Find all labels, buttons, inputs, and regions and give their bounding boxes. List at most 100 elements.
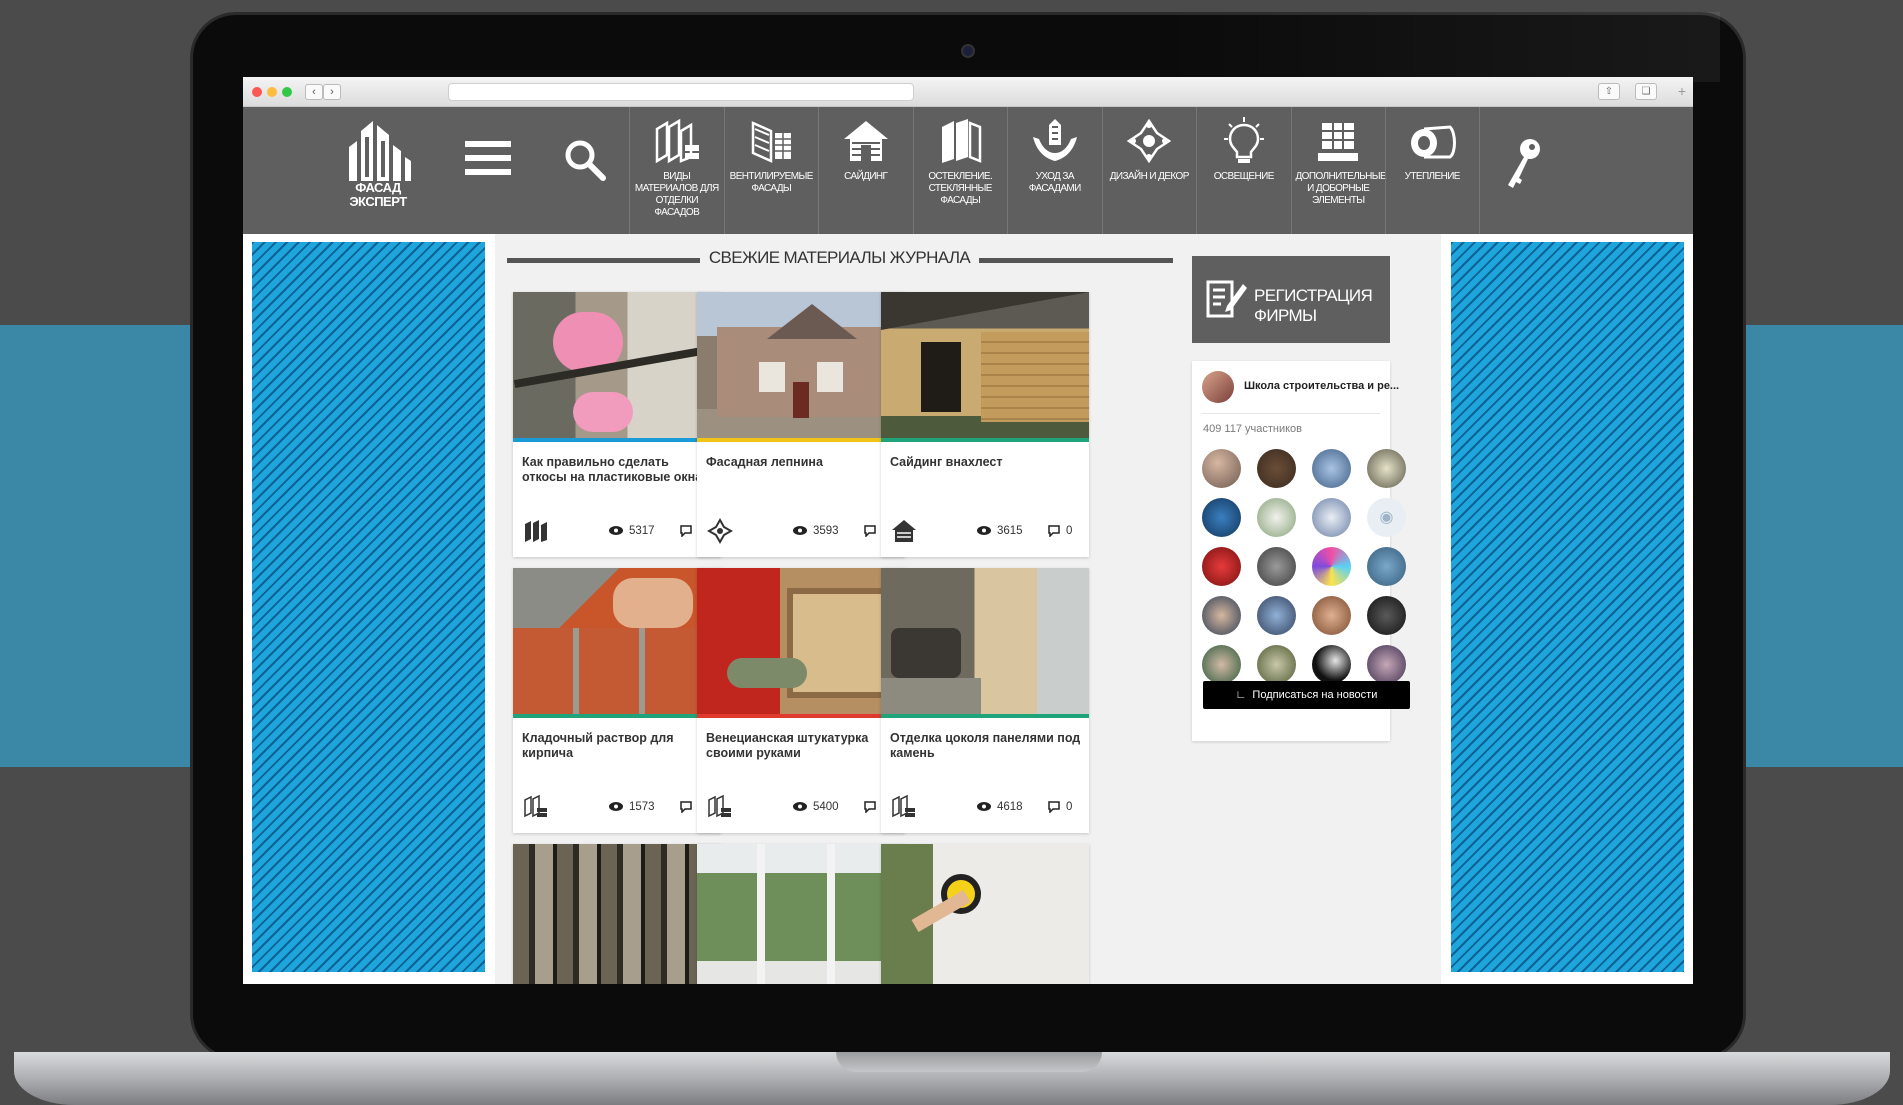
forward-button[interactable]: › bbox=[323, 84, 341, 100]
article-card[interactable]: Фасадная лепнина 3593 0 bbox=[697, 292, 905, 557]
article-thumbnail[interactable] bbox=[881, 568, 1089, 714]
article-title[interactable]: Венецианская штукатурка своими руками bbox=[706, 731, 898, 761]
nav-item-glazing[interactable]: Остекление. Стеклянные фасады bbox=[912, 107, 1008, 234]
menu-icon[interactable] bbox=[463, 137, 513, 179]
view-count: 3615 bbox=[977, 525, 1023, 537]
vk-community-widget: Школа строительства и ре... 409 117 учас… bbox=[1192, 361, 1410, 741]
article-thumbnail[interactable] bbox=[881, 292, 1089, 438]
eye-icon bbox=[609, 526, 623, 536]
browser-toolbar: ‹ › ⇧ ❏ + bbox=[243, 77, 1693, 107]
vk-member-count: 409 117 участников bbox=[1203, 423, 1303, 435]
bricks-icon bbox=[523, 794, 549, 820]
article-thumbnail[interactable] bbox=[513, 292, 721, 438]
avatar[interactable] bbox=[1367, 596, 1406, 635]
article-thumbnail[interactable] bbox=[697, 292, 905, 438]
search-icon[interactable] bbox=[561, 137, 611, 183]
camera-placeholder-icon[interactable]: ◉ bbox=[1367, 498, 1406, 537]
article-title[interactable]: Как правильно сделать откосы на пластико… bbox=[522, 455, 714, 485]
avatar[interactable] bbox=[1367, 449, 1406, 488]
avatar[interactable] bbox=[1312, 449, 1351, 488]
care-hands-icon bbox=[1032, 119, 1077, 161]
vk-group-header[interactable]: Школа строительства и ре... bbox=[1202, 371, 1399, 403]
nav-item-design[interactable]: Дизайн и декор bbox=[1101, 107, 1197, 234]
lightbulb-icon bbox=[1223, 117, 1264, 163]
laptop-screen: ‹ › ⇧ ❏ + ФАСАД ЭКСПЕРТ ВИДЫ МАТЕРИАЛОВ … bbox=[243, 77, 1693, 984]
avatar[interactable] bbox=[1312, 596, 1351, 635]
article-card[interactable]: Как правильно сделать откосы на пластико… bbox=[513, 292, 721, 557]
site-logo[interactable]: ФАСАД ЭКСПЕРТ bbox=[343, 117, 413, 227]
page-body: СВЕЖИЕ МАТЕРИАЛЫ ЖУРНАЛА Как правильно с… bbox=[243, 234, 1693, 984]
article-card[interactable] bbox=[697, 844, 905, 984]
article-title[interactable]: Сайдинг внахлест bbox=[890, 455, 1082, 470]
share-button[interactable]: ⇧ bbox=[1598, 83, 1620, 100]
minimize-window-button[interactable] bbox=[267, 87, 277, 97]
article-thumbnail[interactable] bbox=[881, 844, 1089, 984]
nav-item-care[interactable]: Уход за фасадами bbox=[1007, 107, 1102, 234]
avatar[interactable] bbox=[1202, 596, 1241, 635]
eye-icon bbox=[977, 802, 991, 812]
nav-item-elements[interactable]: Дополнительные и доборные элементы bbox=[1290, 107, 1387, 234]
back-button[interactable]: ‹ bbox=[305, 84, 323, 100]
article-title[interactable]: Отделка цоколя панелями под камень bbox=[890, 731, 1082, 761]
avatar[interactable] bbox=[1312, 645, 1351, 684]
article-card[interactable]: Отделка цоколя панелями под камень 4618 … bbox=[881, 568, 1089, 833]
nav-item-lighting[interactable]: Освещение bbox=[1196, 107, 1291, 234]
right-banner-ad[interactable] bbox=[1451, 242, 1684, 972]
edit-document-icon bbox=[1206, 280, 1247, 318]
avatar[interactable] bbox=[1202, 498, 1241, 537]
avatar[interactable] bbox=[1202, 547, 1241, 586]
vk-group-name[interactable]: Школа строительства и ре... bbox=[1244, 380, 1399, 392]
avatar[interactable] bbox=[1257, 498, 1296, 537]
eye-icon bbox=[609, 802, 623, 812]
tabs-button[interactable]: ❏ bbox=[1635, 83, 1657, 100]
avatar[interactable] bbox=[1202, 449, 1241, 488]
nav-item-siding[interactable]: Сайдинг bbox=[818, 107, 913, 234]
nav-item-ventilated[interactable]: Вентилируемые фасады bbox=[723, 107, 819, 234]
article-thumbnail[interactable] bbox=[697, 844, 905, 984]
article-thumbnail[interactable] bbox=[513, 844, 721, 984]
article-title[interactable]: Фасадная лепнина bbox=[706, 455, 898, 470]
laptop-camera bbox=[961, 44, 975, 58]
comment-icon bbox=[1048, 525, 1060, 537]
avatar[interactable] bbox=[1312, 547, 1351, 586]
article-card[interactable]: Кладочный раствор для кирпича 1573 0 bbox=[513, 568, 721, 833]
register-company-button[interactable]: РЕГИСТРАЦИЯ ФИРМЫ bbox=[1192, 256, 1390, 343]
feed-title: СВЕЖИЕ МАТЕРИАЛЫ ЖУРНАЛА bbox=[708, 248, 971, 267]
article-card[interactable]: Венецианская штукатурка своими руками 54… bbox=[697, 568, 905, 833]
bricks-icon bbox=[707, 794, 733, 820]
vk-subscribe-button[interactable]: ∟ Подписаться на новости bbox=[1203, 681, 1410, 709]
bricks-icon bbox=[891, 794, 917, 820]
avatar[interactable] bbox=[1257, 449, 1296, 488]
article-thumbnail[interactable] bbox=[513, 568, 721, 714]
vk-logo-icon: ∟ bbox=[1235, 689, 1247, 701]
house-icon bbox=[843, 121, 888, 161]
left-banner-ad[interactable] bbox=[252, 242, 485, 972]
nav-item-insulation[interactable]: Утепление bbox=[1385, 107, 1480, 234]
avatar[interactable] bbox=[1312, 498, 1351, 537]
comment-icon bbox=[864, 525, 876, 537]
article-card[interactable]: Сайдинг внахлест 3615 0 bbox=[881, 292, 1089, 557]
avatar[interactable] bbox=[1367, 645, 1406, 684]
article-thumbnail[interactable] bbox=[697, 568, 905, 714]
avatar[interactable] bbox=[1257, 547, 1296, 586]
article-card[interactable] bbox=[881, 844, 1089, 984]
avatar[interactable] bbox=[1257, 645, 1296, 684]
avatar[interactable] bbox=[1202, 645, 1241, 684]
nav-item-materials[interactable]: Виды материалов для отделки фасадов bbox=[629, 107, 724, 234]
avatar[interactable] bbox=[1367, 547, 1406, 586]
article-title[interactable]: Кладочный раствор для кирпича bbox=[522, 731, 714, 761]
zoom-window-button[interactable] bbox=[282, 87, 292, 97]
close-window-button[interactable] bbox=[252, 87, 262, 97]
decor-ornament-icon bbox=[1126, 118, 1172, 164]
new-tab-button[interactable]: + bbox=[1673, 83, 1691, 101]
ventilated-facade-icon bbox=[752, 121, 792, 163]
avatar[interactable] bbox=[1257, 596, 1296, 635]
article-card[interactable] bbox=[513, 844, 721, 984]
login-key-icon[interactable] bbox=[1500, 135, 1546, 191]
comment-count: 0 bbox=[1048, 801, 1072, 813]
eye-icon bbox=[793, 526, 807, 536]
logo-buildings-icon bbox=[349, 121, 411, 181]
address-bar[interactable] bbox=[448, 83, 914, 101]
group-avatar[interactable] bbox=[1202, 371, 1234, 403]
elements-icon bbox=[1318, 123, 1359, 161]
